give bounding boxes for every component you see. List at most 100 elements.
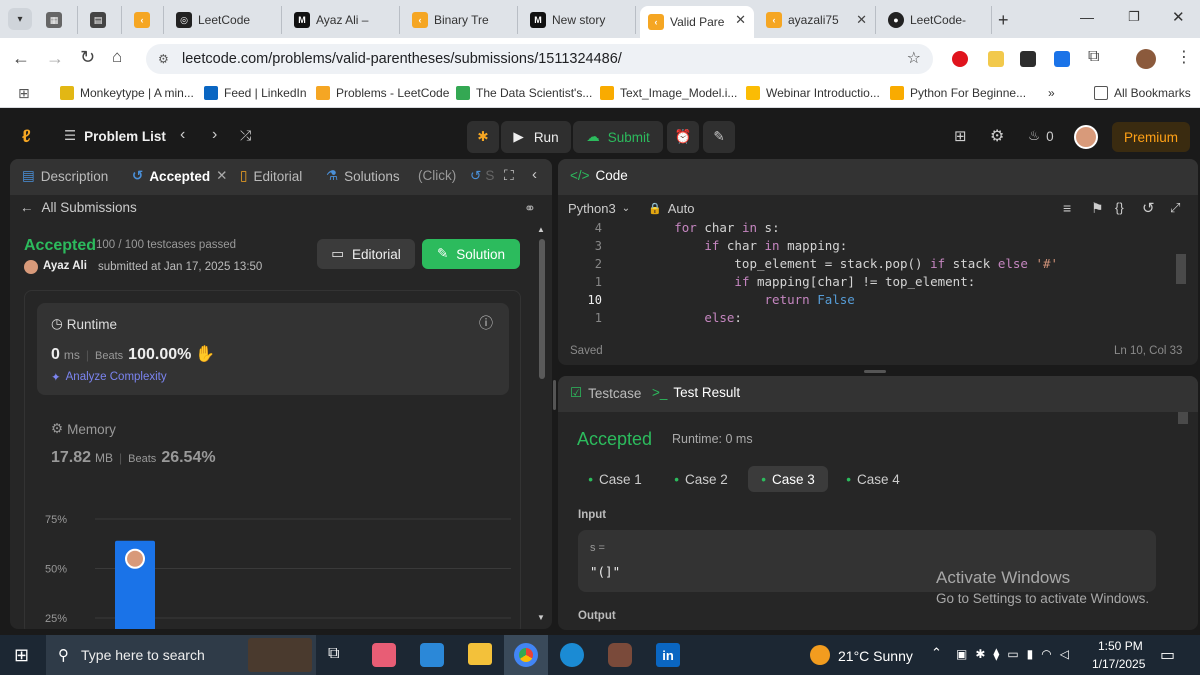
site-info-icon[interactable]: ⚙	[158, 44, 169, 74]
solution-button[interactable]: ✎Solution	[422, 239, 520, 269]
editorial-button[interactable]: ▭Editorial	[317, 239, 415, 269]
settings-gear-icon[interactable]: ⚙	[990, 126, 1004, 146]
notification-icon[interactable]: ▭	[1160, 645, 1175, 665]
horizontal-splitter[interactable]	[864, 370, 886, 373]
apps-grid-icon[interactable]: ⊞	[18, 85, 30, 102]
braces-icon[interactable]: {}	[1115, 200, 1124, 215]
bookmark-icon[interactable]: ⚑	[1091, 200, 1104, 217]
problem-list-button[interactable]: ☰ Problem List	[64, 128, 166, 144]
tab-click[interactable]: (Click)	[418, 168, 456, 183]
info-icon[interactable]: ⓘ	[479, 313, 493, 333]
taskbar-app-icon[interactable]	[372, 643, 396, 667]
browser-tab[interactable]: ‹Binary Tre	[404, 6, 518, 34]
store-icon[interactable]	[420, 643, 444, 667]
prev-problem-icon[interactable]: ‹	[180, 126, 185, 144]
streak-counter[interactable]: ♨0	[1028, 128, 1054, 144]
debug-button[interactable]: ✱	[467, 121, 499, 153]
maximize-icon[interactable]: ⛶	[504, 167, 514, 184]
scrollbar-thumb[interactable]	[539, 239, 545, 379]
shuffle-icon[interactable]: ⤮	[240, 127, 251, 144]
chrome-icon[interactable]	[504, 635, 548, 675]
browser-tab[interactable]: ▦	[38, 6, 78, 34]
user-avatar[interactable]	[1074, 125, 1098, 149]
linkedin-icon[interactable]: in	[656, 643, 680, 667]
share-link-icon[interactable]: ⚭	[524, 200, 536, 217]
submit-button[interactable]: ☁Submit	[573, 121, 663, 153]
editor-scrollbar-thumb[interactable]	[1176, 254, 1186, 284]
browser-tab[interactable]: ‹	[126, 6, 164, 34]
browser-tab[interactable]: ▤	[82, 6, 122, 34]
browser-tab-active[interactable]: ‹Valid Pare✕	[640, 6, 754, 38]
weather-icon[interactable]	[810, 645, 830, 665]
browser-tab[interactable]: ‹ayazali75✕	[758, 6, 876, 34]
case-4-tab[interactable]: •Case 4	[838, 466, 908, 492]
analyze-complexity-link[interactable]: ✦Analyze Complexity	[51, 370, 167, 384]
tab-accepted[interactable]: ↺Accepted✕	[132, 168, 227, 184]
format-icon[interactable]: ≡	[1063, 200, 1071, 216]
bookmark-item[interactable]: Python For Beginne...	[890, 86, 1026, 100]
browser-tab[interactable]: ◎LeetCode	[168, 6, 282, 34]
tab-testcase[interactable]: ☑Testcase	[570, 385, 641, 401]
bookmark-item[interactable]: Text_Image_Model.i...	[600, 86, 737, 100]
back-icon[interactable]: ←	[12, 48, 30, 69]
weather-text[interactable]: 21°C Sunny	[838, 648, 913, 664]
close-window-button[interactable]: ✕	[1172, 8, 1185, 26]
tab-description[interactable]: ▤Description	[22, 168, 108, 184]
new-tab-button[interactable]: +	[998, 10, 1009, 31]
autocomplete-mode[interactable]: 🔒Auto	[648, 201, 694, 216]
reload-icon[interactable]: ↻	[80, 47, 95, 68]
notes-button[interactable]: ✎	[703, 121, 735, 153]
close-icon[interactable]: ✕	[856, 12, 867, 28]
close-icon[interactable]: ✕	[216, 168, 227, 184]
task-view-icon[interactable]: ⧉	[328, 645, 339, 663]
case-2-tab[interactable]: •Case 2	[666, 466, 736, 492]
extensions-puzzle-icon[interactable]: ⧉	[1088, 48, 1099, 66]
fullscreen-icon[interactable]: ⤢	[1170, 200, 1180, 216]
tray-overflow-icon[interactable]: ⌃	[931, 645, 942, 661]
tab-editorial[interactable]: ▯Editorial	[240, 168, 302, 184]
clock-time[interactable]: 1:50 PM	[1098, 639, 1143, 653]
test-scrollbar-thumb[interactable]	[1178, 412, 1188, 424]
tab-solutions[interactable]: ⚗Solutions	[326, 168, 400, 184]
tab-submissions[interactable]: ↺S	[470, 168, 494, 184]
clock-date[interactable]: 1/17/2025	[1092, 657, 1145, 671]
bookmark-star-icon[interactable]: ☆	[907, 44, 921, 74]
browser-tab[interactable]: ●LeetCode-	[880, 6, 992, 34]
forward-icon[interactable]: →	[46, 48, 64, 69]
vertical-splitter[interactable]	[553, 380, 556, 410]
opera-extension-icon[interactable]	[952, 51, 968, 67]
collapse-icon[interactable]: ‹	[532, 166, 537, 183]
all-submissions-link[interactable]: ←All Submissions	[20, 200, 137, 215]
memory-card[interactable]: ⚙Memory 17.82 MB | Beats 26.54%	[37, 409, 509, 479]
bookmark-item[interactable]: The Data Scientist's...	[456, 86, 592, 100]
bookmark-item[interactable]: Feed | LinkedIn	[204, 86, 307, 100]
browser-tab[interactable]: MNew story	[522, 6, 636, 34]
layout-icon[interactable]: ⊞	[954, 127, 967, 145]
bookmark-item[interactable]: Problems - LeetCode	[316, 86, 449, 100]
language-select[interactable]: Python3⌄	[568, 201, 630, 216]
tab-search-icon[interactable]: ▾	[8, 8, 32, 30]
minimize-button[interactable]: —	[1080, 9, 1094, 25]
run-button[interactable]: ▶Run	[501, 121, 571, 153]
case-3-tab[interactable]: •Case 3	[748, 466, 828, 492]
reset-icon[interactable]: ↺	[1142, 199, 1155, 217]
case-1-tab[interactable]: •Case 1	[580, 466, 650, 492]
extension-icon[interactable]	[1020, 51, 1036, 67]
close-icon[interactable]: ✕	[735, 12, 746, 28]
bookmarks-overflow[interactable]: »	[1048, 86, 1055, 100]
extension-icon[interactable]	[1054, 51, 1070, 67]
tab-code[interactable]: </>Code	[570, 168, 628, 183]
restore-button[interactable]: ❐	[1128, 9, 1140, 25]
all-bookmarks[interactable]: All Bookmarks	[1094, 86, 1191, 100]
next-problem-icon[interactable]: ›	[212, 126, 217, 144]
file-explorer-icon[interactable]	[468, 643, 492, 665]
edge-icon[interactable]	[560, 643, 584, 667]
home-icon[interactable]: ⌂	[112, 47, 122, 67]
address-bar[interactable]: ⚙ leetcode.com/problems/valid-parenthese…	[146, 44, 933, 74]
taskbar-app-icon[interactable]	[608, 643, 632, 667]
tab-test-result[interactable]: >_Test Result	[652, 385, 740, 400]
profile-avatar[interactable]	[1136, 49, 1156, 69]
code-editor[interactable]: for char in s: if char in mapping: top_e…	[614, 219, 1174, 327]
leetcode-logo-icon[interactable]: ℓ	[22, 126, 31, 147]
tray-icons[interactable]: ▣✱⧫▭▮◠◁	[956, 647, 1077, 661]
